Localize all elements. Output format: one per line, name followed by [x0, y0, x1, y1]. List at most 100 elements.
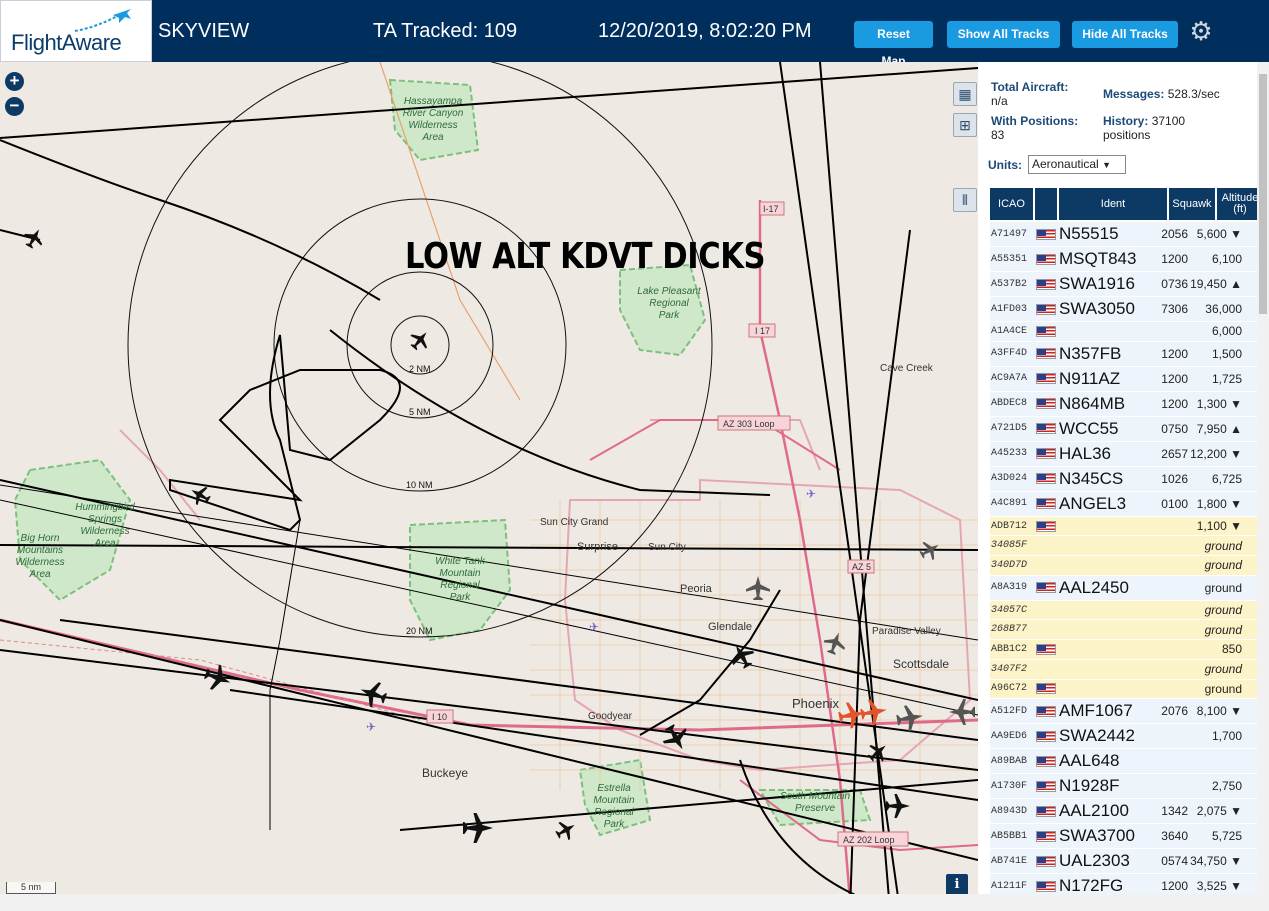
- zoom-out-button[interactable]: −: [5, 97, 24, 116]
- app-name: SKYVIEW: [158, 20, 250, 42]
- grid-icon[interactable]: ⊞: [953, 113, 977, 137]
- show-all-tracks-button[interactable]: Show All Tracks: [947, 21, 1060, 48]
- svg-text:White Tank: White Tank: [435, 556, 486, 567]
- reset-map-button[interactable]: Reset Map: [854, 21, 933, 68]
- svg-text:Surprise: Surprise: [577, 541, 618, 553]
- col-ident[interactable]: Ident: [1059, 188, 1167, 220]
- us-flag-icon: [1036, 253, 1056, 265]
- hide-all-tracks-button[interactable]: Hide All Tracks: [1072, 21, 1178, 48]
- svg-text:20 NM: 20 NM: [406, 626, 433, 636]
- table-row[interactable]: A3FF4D N357FB 1200 1,500: [990, 341, 1258, 367]
- flag-cell: [1034, 624, 1058, 635]
- flightaware-logo[interactable]: FlightAware: [0, 0, 152, 62]
- vertical-scrollbar[interactable]: [1257, 62, 1269, 911]
- map-view[interactable]: 2 NM 5 NM 10 NM 20 NM Hassayampa River C…: [0, 62, 978, 911]
- icao-cell: A512FD: [991, 705, 1028, 717]
- flag-cell: [1034, 303, 1058, 315]
- squawk-cell: 1342: [1161, 804, 1188, 819]
- us-flag-icon: [1036, 643, 1056, 655]
- svg-text:Goodyear: Goodyear: [588, 711, 633, 722]
- zoom-in-button[interactable]: +: [5, 72, 24, 91]
- table-row[interactable]: A537B2 SWA1916 0736 19,450 ▲: [990, 272, 1258, 297]
- us-flag-icon: [1036, 880, 1056, 892]
- svg-text:Park: Park: [659, 310, 681, 321]
- ident-cell: N864MB: [1059, 393, 1126, 413]
- table-row[interactable]: 3407F2 ground: [990, 659, 1258, 680]
- icao-cell: 34085F: [991, 540, 1028, 552]
- table-row[interactable]: 340D7D ground: [990, 556, 1258, 576]
- table-row[interactable]: A3D024 N345CS 1026 6,725: [990, 466, 1258, 492]
- squawk-cell: 3640: [1161, 829, 1188, 844]
- altitude-cell: ground: [1204, 603, 1242, 618]
- table-row[interactable]: A4C891 ANGEL3 0100 1,800 ▼: [990, 491, 1258, 517]
- altitude-cell: 1,800 ▼: [1196, 496, 1242, 511]
- table-row[interactable]: AB5BB1 SWA3700 3640 5,725: [990, 824, 1258, 850]
- table-row[interactable]: AB741E UAL2303 0574 34,750 ▼: [990, 849, 1258, 875]
- ident-cell: UAL2303: [1059, 851, 1130, 871]
- table-row[interactable]: AC9A7A N911AZ 1200 1,725: [990, 366, 1258, 392]
- table-row[interactable]: AA9ED6 SWA2442 1,700: [990, 724, 1258, 750]
- table-row[interactable]: ABDEC8 N864MB 1200 1,300 ▼: [990, 391, 1258, 417]
- gear-icon[interactable]: ⚙: [1188, 18, 1214, 44]
- table-row[interactable]: 268B77 ground: [990, 620, 1258, 641]
- altitude-cell: 8,100 ▼: [1196, 704, 1242, 719]
- table-row[interactable]: A8A319 AAL2450 ground: [990, 575, 1258, 601]
- table-row[interactable]: ADB712 1,100 ▼: [990, 516, 1258, 537]
- columns-icon[interactable]: ⦀: [953, 188, 977, 212]
- table-row[interactable]: A1730F N1928F 2,750: [990, 774, 1258, 800]
- table-row[interactable]: A721D5 WCC55 0750 7,950 ▲: [990, 416, 1258, 442]
- col-icao[interactable]: ICAO: [990, 188, 1033, 220]
- aircraft-icon: [885, 793, 911, 819]
- altitude-cell: 1,725: [1211, 371, 1242, 386]
- us-flag-icon: [1036, 855, 1056, 867]
- icao-cell: A96C72: [991, 683, 1028, 695]
- altitude-cell: 12,200 ▼: [1190, 446, 1242, 461]
- icao-cell: A4C891: [991, 498, 1028, 510]
- table-row[interactable]: A1FD03 SWA3050 7306 36,000: [990, 297, 1258, 322]
- us-flag-icon: [1036, 520, 1056, 532]
- svg-text:River Canyon: River Canyon: [403, 108, 464, 119]
- table-row[interactable]: A45233 HAL36 2657 12,200 ▼: [990, 441, 1258, 467]
- svg-text:Phoenix: Phoenix: [792, 696, 839, 711]
- logo-text: FlightAware: [11, 30, 122, 55]
- icao-cell: A3FF4D: [991, 348, 1028, 360]
- svg-text:✈: ✈: [366, 720, 376, 734]
- table-row[interactable]: 34085F ground: [990, 536, 1258, 557]
- svg-text:Glendale: Glendale: [708, 621, 752, 633]
- altitude-cell: ground: [1204, 580, 1242, 595]
- ident-cell: AAL648: [1059, 751, 1120, 771]
- table-row[interactable]: ABB1C2 850: [990, 640, 1258, 660]
- info-icon[interactable]: i: [946, 874, 968, 896]
- us-flag-icon: [1036, 325, 1056, 337]
- us-flag-icon: [1036, 448, 1056, 460]
- table-row[interactable]: A71497 N55515 2056 5,600 ▼: [990, 222, 1258, 247]
- svg-text:I-17: I-17: [763, 204, 779, 214]
- col-squawk[interactable]: Squawk: [1169, 188, 1215, 220]
- aircraft-icon: [555, 821, 575, 841]
- table-row[interactable]: A8943D AAL2100 1342 2,075 ▼: [990, 799, 1258, 825]
- table-row[interactable]: A1A4CE 6,000: [990, 322, 1258, 342]
- with-positions-stat: With Positions: 83: [991, 114, 1079, 142]
- ident-cell: N911AZ: [1059, 368, 1121, 388]
- table-row[interactable]: A512FD AMF1067 2076 8,100 ▼: [990, 699, 1258, 725]
- map-layer-icon[interactable]: ▦: [953, 82, 977, 106]
- us-flag-icon: [1036, 582, 1056, 594]
- horizontal-scrollbar[interactable]: [0, 894, 1257, 911]
- us-flag-icon: [1036, 473, 1056, 485]
- tracked-count: TA Tracked: 109: [373, 20, 518, 42]
- table-row[interactable]: A55351 MSQT843 1200 6,100: [990, 247, 1258, 272]
- flag-cell: [1034, 540, 1058, 551]
- table-row[interactable]: 34057C ground: [990, 600, 1258, 621]
- icao-cell: A71497: [991, 228, 1028, 240]
- table-row[interactable]: A96C72 ground: [990, 679, 1258, 700]
- units-select[interactable]: Aeronautical ▼: [1028, 155, 1126, 174]
- svg-text:Hummingbird: Hummingbird: [75, 502, 135, 513]
- icao-cell: A1211F: [991, 880, 1028, 892]
- aircraft-icon: [410, 332, 428, 351]
- map-canvas[interactable]: 2 NM 5 NM 10 NM 20 NM Hassayampa River C…: [0, 62, 978, 911]
- svg-text:Hassayampa: Hassayampa: [404, 96, 463, 107]
- col-flag[interactable]: [1035, 188, 1057, 220]
- table-row[interactable]: A89BAB AAL648: [990, 749, 1258, 775]
- altitude-cell: 1,500: [1211, 346, 1242, 361]
- squawk-cell: 0736: [1161, 277, 1188, 291]
